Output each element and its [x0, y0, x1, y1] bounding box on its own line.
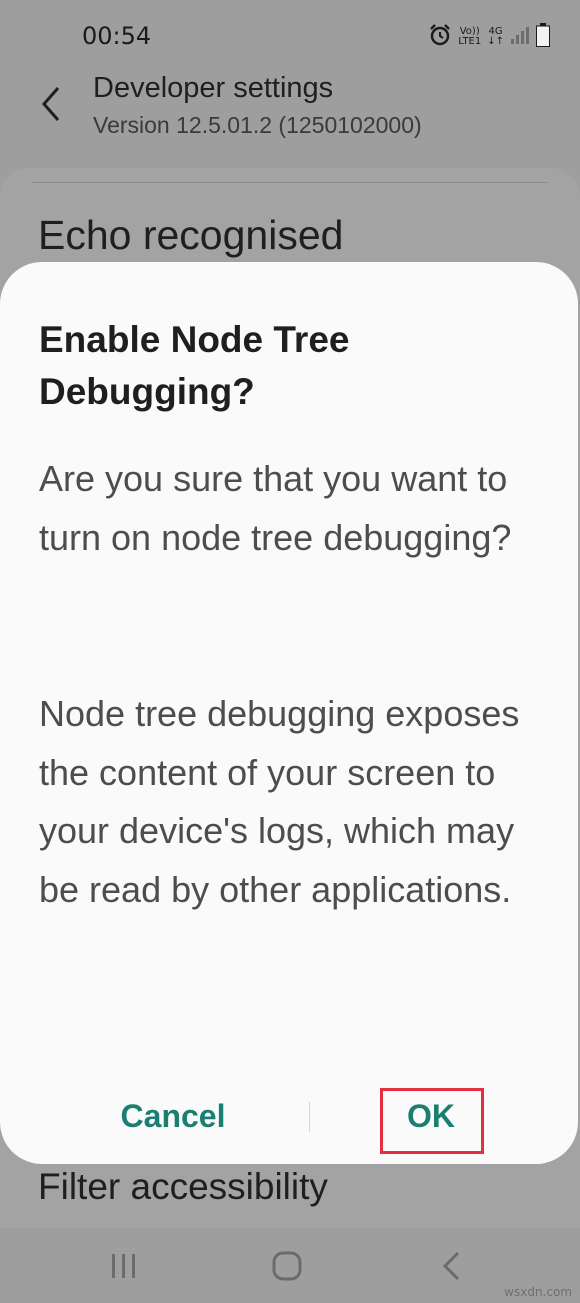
alarm-icon	[428, 23, 452, 52]
page-title: Developer settings	[93, 72, 334, 104]
recents-icon	[112, 1254, 135, 1278]
dialog-question: Are you sure that you want to turn on no…	[39, 458, 512, 558]
recents-button[interactable]	[104, 1246, 144, 1286]
watermark: wsxdn.com	[504, 1285, 572, 1299]
divider	[32, 182, 548, 183]
chevron-left-icon	[42, 87, 60, 121]
nav-back-button[interactable]	[432, 1246, 472, 1286]
navigation-bar: wsxdn.com	[0, 1228, 580, 1303]
home-icon	[272, 1251, 302, 1281]
status-time: 00:54	[82, 22, 152, 50]
settings-item-filter-accessibility: Filter accessibility	[38, 1166, 328, 1207]
volte-indicator: Vo)) LTE1	[458, 27, 481, 47]
data-arrows-icon: ↓↑	[487, 36, 504, 47]
dialog-warning: Node tree debugging exposes the content …	[39, 693, 520, 910]
status-bar: 00:54 Vo)) LTE1 4G ↓↑	[0, 0, 580, 70]
dialog-title: Enable Node Tree Debugging?	[39, 319, 350, 412]
cancel-button[interactable]: Cancel	[102, 1088, 244, 1144]
status-icons: Vo)) LTE1 4G ↓↑	[428, 22, 550, 52]
button-divider	[309, 1102, 310, 1132]
network-indicator: 4G ↓↑	[487, 27, 504, 47]
home-button[interactable]	[267, 1246, 307, 1286]
settings-section-heading: Echo recognised	[38, 212, 344, 258]
nav-back-icon	[442, 1251, 460, 1281]
app-header: Developer settings Version 12.5.01.2 (12…	[0, 70, 580, 160]
ok-button[interactable]: OK	[380, 1088, 482, 1144]
signal-icon	[510, 25, 530, 50]
battery-icon	[536, 22, 550, 52]
confirm-dialog: Enable Node Tree Debugging? Are you sure…	[0, 262, 578, 1164]
back-button[interactable]	[34, 82, 68, 126]
version-subtitle: Version 12.5.01.2 (1250102000)	[93, 112, 422, 138]
lte-label: LTE1	[458, 36, 482, 47]
